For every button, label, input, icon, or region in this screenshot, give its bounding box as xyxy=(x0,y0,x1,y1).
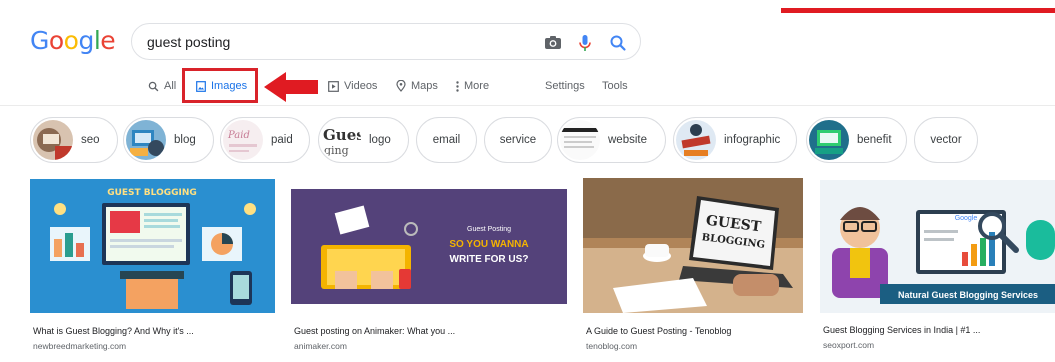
result-source[interactable]: animaker.com xyxy=(294,341,347,351)
logo-letter: o xyxy=(63,26,79,55)
chip-thumbnail: Gues ging xyxy=(321,120,361,160)
chip-service[interactable]: service xyxy=(484,117,552,163)
chip-label: email xyxy=(432,134,461,146)
chip-seo[interactable]: seo xyxy=(30,117,118,163)
chip-label: logo xyxy=(369,134,391,146)
tools-link[interactable]: Tools xyxy=(602,80,628,92)
image-text: Google xyxy=(955,215,978,222)
chip-infographic[interactable]: infographic xyxy=(673,117,797,163)
image-result[interactable]: GUEST BLOGGING What is Guest Blogging? A… xyxy=(30,179,275,354)
search-icon[interactable] xyxy=(608,33,628,53)
tab-label: More xyxy=(464,80,490,92)
image-result[interactable]: Google Natural Guest Blogging Services G… xyxy=(820,180,1055,354)
chip-thumbnail xyxy=(126,120,166,160)
image-text: Natural Guest Blogging Services xyxy=(898,290,1038,300)
decorative-red-bar xyxy=(781,8,1055,13)
tab-maps[interactable]: Maps xyxy=(396,80,438,92)
result-source[interactable]: seoxport.com xyxy=(823,340,874,350)
mic-icon[interactable] xyxy=(575,33,595,53)
result-image-tenoblog[interactable]: GUEST BLOGGING xyxy=(583,178,803,313)
result-caption[interactable]: What is Guest Blogging? And Why it's ... xyxy=(33,326,194,336)
tab-videos[interactable]: Videos xyxy=(328,80,377,92)
result-caption[interactable]: A Guide to Guest Posting - Tenoblog xyxy=(586,326,731,336)
image-text: Guest Posting xyxy=(467,226,511,233)
image-text: WRITE FOR US? xyxy=(450,254,529,265)
result-caption[interactable]: Guest posting on Animaker: What you ... xyxy=(294,326,455,336)
result-image-animaker[interactable]: Guest Posting SO YOU WANNA WRITE FOR US? xyxy=(291,189,567,304)
result-source[interactable]: newbreedmarketing.com xyxy=(33,341,126,351)
chip-label: vector xyxy=(930,134,962,146)
chip-label: paid xyxy=(271,134,293,146)
chip-label: benefit xyxy=(857,134,892,146)
image-result[interactable]: GUEST BLOGGING A Guide to Guest Posting … xyxy=(583,178,803,354)
chip-thumbnail xyxy=(676,120,716,160)
tab-all[interactable]: All xyxy=(148,80,176,92)
search-tabs: All Images Videos Maps More Settings Too… xyxy=(0,76,1055,98)
search-input[interactable] xyxy=(147,33,517,51)
image-text: GUEST BLOGGING xyxy=(107,188,197,198)
logo-letter: g xyxy=(78,26,94,55)
red-arrow-pointer xyxy=(264,72,318,102)
chip-thumbnail: Paid xyxy=(223,120,263,160)
result-caption[interactable]: Guest Blogging Services in India | #1 ..… xyxy=(823,325,980,335)
svg-text:Paid: Paid xyxy=(227,130,250,141)
settings-link[interactable]: Settings xyxy=(545,80,585,92)
tab-more[interactable]: More xyxy=(456,80,489,92)
images-tab-highlight-box xyxy=(182,68,258,103)
divider xyxy=(0,105,1055,106)
tab-label: Videos xyxy=(344,80,378,92)
google-logo[interactable]: Google xyxy=(30,26,116,55)
camera-icon[interactable] xyxy=(543,33,563,53)
chip-label: infographic xyxy=(724,134,781,146)
chip-blog[interactable]: blog xyxy=(123,117,214,163)
chip-email[interactable]: email xyxy=(416,117,477,163)
result-image-seoxport[interactable]: Google Natural Guest Blogging Services xyxy=(820,180,1055,313)
chip-thumbnail xyxy=(33,120,73,160)
image-result[interactable]: Guest Posting SO YOU WANNA WRITE FOR US?… xyxy=(291,179,567,354)
more-vert-icon xyxy=(456,80,459,92)
tab-label: Maps xyxy=(411,80,438,92)
logo-letter: G xyxy=(30,26,49,55)
settings-label: Settings xyxy=(545,80,585,92)
image-text: SO YOU WANNA xyxy=(449,239,528,250)
chip-thumbnail xyxy=(809,120,849,160)
search-icon xyxy=(148,81,159,91)
chip-label: blog xyxy=(174,134,196,146)
svg-text:Gues: Gues xyxy=(323,126,361,144)
video-icon xyxy=(328,80,339,92)
chip-benefit[interactable]: benefit xyxy=(806,117,907,163)
chip-paid[interactable]: Paid paid xyxy=(220,117,310,163)
chip-website[interactable]: website xyxy=(557,117,666,163)
result-source[interactable]: tenoblog.com xyxy=(586,341,637,351)
chip-label: service xyxy=(499,134,537,146)
tab-label: All xyxy=(164,80,177,92)
result-image-guest-blogging[interactable]: GUEST BLOGGING xyxy=(30,179,275,313)
logo-letter: o xyxy=(48,26,64,55)
svg-text:ging: ging xyxy=(324,144,349,157)
map-pin-icon xyxy=(396,80,406,92)
logo-letter: e xyxy=(100,26,116,55)
chip-thumbnail xyxy=(560,120,600,160)
chip-label: seo xyxy=(81,134,100,146)
chip-logo[interactable]: Gues ging logo xyxy=(318,117,409,163)
tools-label: Tools xyxy=(602,80,628,92)
chip-label: website xyxy=(608,134,647,146)
chip-vector[interactable]: vector xyxy=(914,117,978,163)
search-box xyxy=(131,23,641,60)
